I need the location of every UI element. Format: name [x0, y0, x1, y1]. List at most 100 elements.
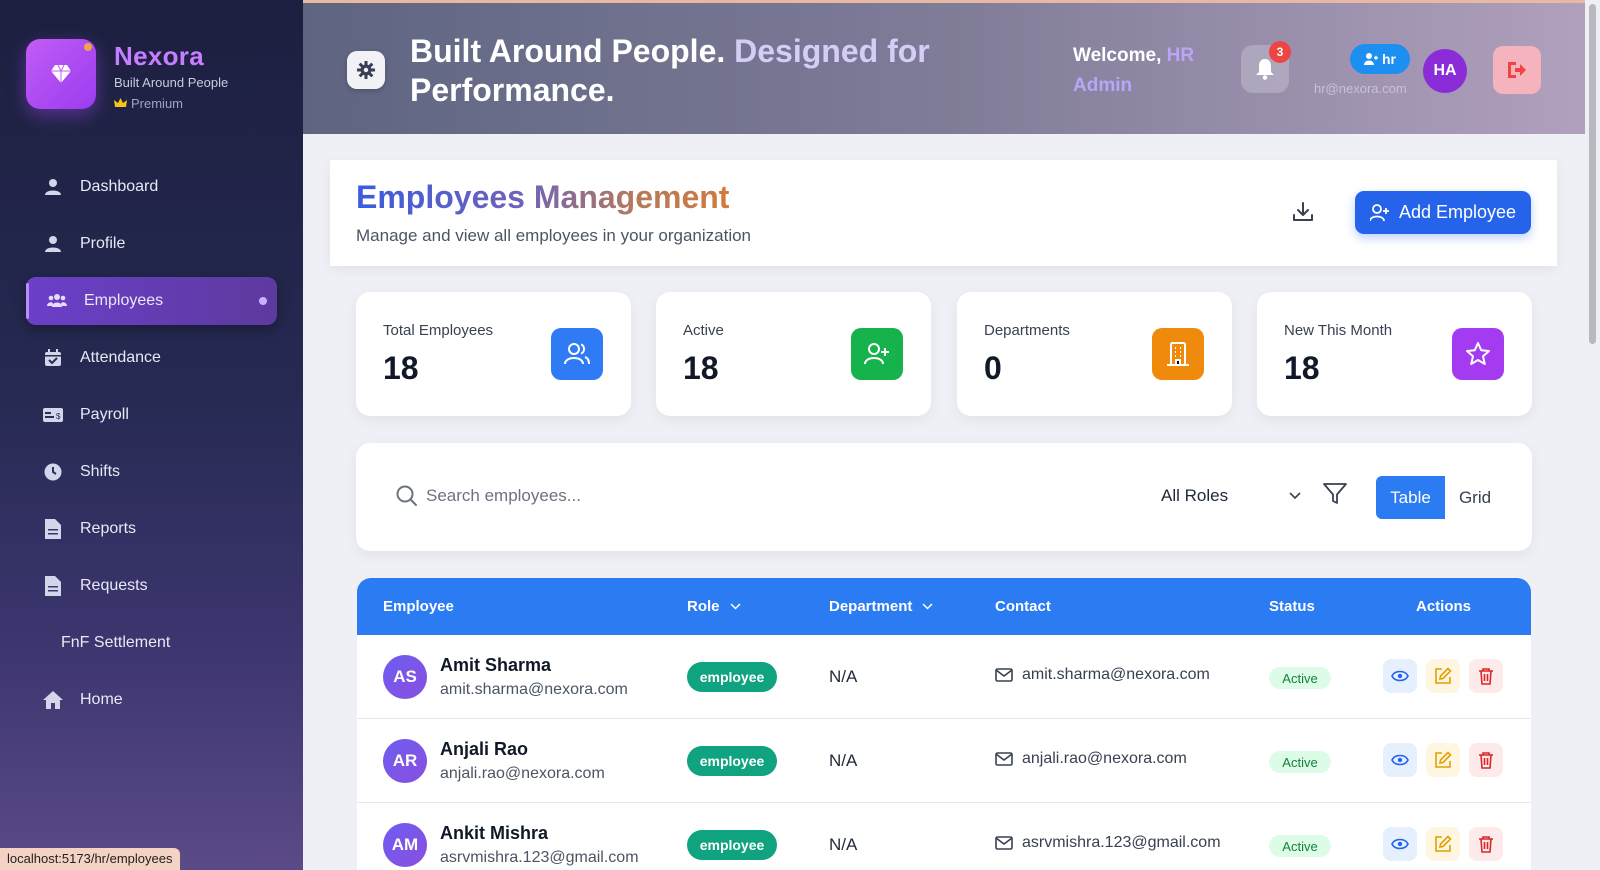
role-pill[interactable]: hr	[1350, 44, 1410, 74]
view-grid-button[interactable]: Grid	[1445, 476, 1505, 519]
employee-name[interactable]: Amit Sharma	[440, 655, 551, 676]
logout-button[interactable]	[1493, 46, 1541, 94]
brand-logo[interactable]	[26, 39, 96, 109]
stat-card-new-this-month: New This Month 18	[1257, 292, 1532, 416]
column-label: Department	[829, 598, 913, 615]
document-icon	[43, 576, 63, 596]
status-badge: Active	[1269, 751, 1331, 773]
welcome-prefix: Welcome,	[1073, 45, 1162, 66]
sidebar-item-employees[interactable]: Employees	[26, 277, 277, 325]
sidebar-item-label: Shifts	[80, 463, 121, 480]
user-plus-icon	[851, 328, 903, 380]
user-plus-icon	[1369, 203, 1389, 221]
chevron-down-icon	[1289, 492, 1301, 500]
delete-button[interactable]	[1469, 743, 1503, 777]
download-icon	[1293, 202, 1313, 221]
department-value: N/A	[829, 751, 858, 770]
employees-table: Employee Role Department Contact Status …	[357, 578, 1531, 870]
page-scrollbar[interactable]	[1589, 4, 1596, 344]
filter-bar: All Roles Table Grid	[356, 443, 1532, 551]
brand-name: Nexora	[114, 41, 204, 71]
sidebar-item-attendance[interactable]: Attendance	[26, 334, 277, 382]
eye-icon	[1391, 754, 1409, 766]
page-title-part1: Employees	[356, 179, 525, 215]
role-filter-value: All Roles	[1161, 486, 1229, 505]
employee-name[interactable]: Ankit Mishra	[440, 823, 548, 844]
delete-button[interactable]	[1469, 827, 1503, 861]
user-icon	[43, 177, 63, 197]
stat-card-departments: Departments 0	[957, 292, 1232, 416]
sidebar-item-label: Requests	[80, 577, 148, 594]
svg-text:$: $	[56, 412, 61, 421]
premium-label: Premium	[131, 96, 184, 111]
page-subtitle: Manage and view all employees in your or…	[356, 226, 752, 245]
contact-email[interactable]: asrvmishra.123@gmail.com	[1022, 834, 1221, 852]
edit-button[interactable]	[1426, 659, 1460, 693]
user-icon	[43, 234, 63, 254]
add-employee-button[interactable]: Add Employee	[1355, 191, 1531, 234]
sidebar-item-payroll[interactable]: $ Payroll	[26, 391, 277, 439]
sidebar-item-shifts[interactable]: Shifts	[26, 448, 277, 496]
mail-icon	[995, 836, 1013, 850]
sidebar-item-dashboard[interactable]: Dashboard	[26, 163, 277, 211]
sidebar-item-reports[interactable]: Reports	[26, 505, 277, 553]
chevron-down-icon	[922, 603, 933, 610]
view-button[interactable]	[1383, 659, 1417, 693]
users-icon	[551, 328, 603, 380]
premium-badge: Premium	[114, 96, 228, 111]
filter-icon[interactable]	[1323, 483, 1347, 505]
contact-email[interactable]: anjali.rao@nexora.com	[1022, 750, 1187, 768]
view-button[interactable]	[1383, 827, 1417, 861]
column-header-department[interactable]: Department	[829, 598, 933, 615]
delete-button[interactable]	[1469, 659, 1503, 693]
table-header: Employee Role Department Contact Status …	[357, 578, 1531, 635]
user-email: hr@nexora.com	[1314, 81, 1407, 96]
stat-label: Active	[683, 322, 724, 339]
role-filter-select[interactable]: All Roles	[1161, 481, 1301, 511]
employee-avatar: AM	[383, 823, 427, 867]
column-header-employee: Employee	[383, 598, 454, 615]
download-button[interactable]	[1288, 197, 1318, 227]
column-label: Role	[687, 598, 720, 615]
edit-button[interactable]	[1426, 827, 1460, 861]
user-avatar[interactable]: HA	[1423, 49, 1467, 93]
sidebar-item-label: FnF Settlement	[61, 634, 171, 651]
column-header-actions: Actions	[1416, 598, 1471, 615]
sidebar-item-label: Employees	[84, 292, 164, 309]
headline-part3: Performance.	[410, 72, 615, 108]
building-icon	[1152, 328, 1204, 380]
brand-tagline: Built Around People	[114, 75, 229, 90]
column-header-role[interactable]: Role	[687, 598, 741, 615]
view-button[interactable]	[1383, 743, 1417, 777]
role-badge: employee	[687, 746, 777, 776]
top-header: Built Around People. Designed for Perfor…	[303, 0, 1585, 134]
contact-email[interactable]: amit.sharma@nexora.com	[1022, 666, 1210, 684]
sidebar-item-profile[interactable]: Profile	[26, 220, 277, 268]
status-badge: Active	[1269, 835, 1331, 857]
notification-count-badge: 3	[1269, 41, 1291, 63]
column-label: Status	[1269, 598, 1315, 615]
brand-text: Nexora Built Around People Premium	[114, 41, 228, 111]
employee-name[interactable]: Anjali Rao	[440, 739, 528, 760]
calendar-check-icon	[43, 348, 63, 368]
page-title-part2: Management	[533, 179, 730, 215]
column-header-status: Status	[1269, 598, 1315, 615]
employee-email: asrvmishra.123@gmail.com	[440, 849, 639, 866]
search-input[interactable]	[426, 479, 986, 513]
sidebar-item-home[interactable]: Home	[26, 676, 277, 724]
table-row: AM Ankit Mishra asrvmishra.123@gmail.com…	[357, 803, 1531, 870]
settings-button[interactable]	[347, 51, 385, 89]
sidebar-item-fnf-settlement[interactable]: FnF Settlement	[26, 619, 277, 667]
sidebar-item-requests[interactable]: Requests	[26, 562, 277, 610]
sidebar-item-label: Profile	[80, 235, 126, 252]
edit-icon	[1435, 667, 1452, 684]
active-indicator	[259, 297, 267, 305]
view-table-button[interactable]: Table	[1376, 476, 1445, 519]
search-icon	[396, 485, 417, 506]
stat-card-total-employees: Total Employees 18	[356, 292, 631, 416]
edit-button[interactable]	[1426, 743, 1460, 777]
sidebar-item-label: Home	[80, 691, 123, 708]
column-label: Actions	[1416, 598, 1472, 615]
eye-icon	[1391, 838, 1409, 850]
stat-label: Total Employees	[383, 322, 494, 339]
